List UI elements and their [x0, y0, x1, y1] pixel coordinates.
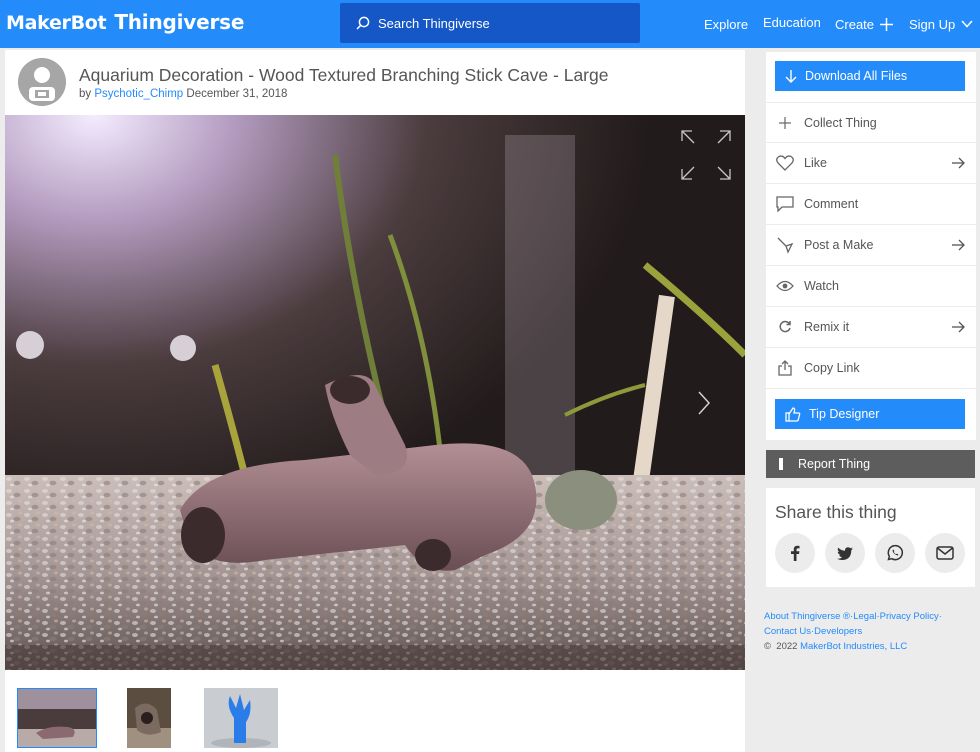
footer-sep: · [938, 611, 942, 622]
collect-label: Collect Thing [804, 115, 877, 130]
nav-education[interactable]: Education [763, 0, 821, 46]
makerbot-thingiverse-logo[interactable]: MakerBot Thingiverse [6, 10, 244, 36]
thing-date: December 31, 2018 [186, 88, 288, 100]
collect-thing-button[interactable]: Collect Thing [766, 102, 976, 143]
thing-title: Aquarium Decoration - Wood Textured Bran… [79, 65, 609, 85]
arrow-right-icon [951, 239, 965, 251]
copyright-symbol: © [764, 641, 771, 652]
footer-copyright: © 2022 MakerBot Industries, LLC [764, 639, 942, 654]
facebook-share-button[interactable] [775, 533, 815, 573]
logo-makerbot-text: MakerBot [6, 12, 107, 34]
fullscreen-expand-icon[interactable] [680, 129, 732, 181]
avatar[interactable] [18, 58, 66, 106]
search-icon [356, 16, 370, 30]
search-bar[interactable] [340, 3, 640, 43]
footer-developers-link[interactable]: Developers [814, 626, 862, 637]
footer-line-1: About Thingiverse ®·Legal·Privacy Policy… [764, 609, 942, 624]
main-thing-image[interactable] [5, 115, 745, 670]
footer-privacy-link[interactable]: Privacy Policy [880, 611, 939, 622]
make-tool-icon [777, 237, 794, 254]
thumbnail-2-image [127, 688, 171, 748]
nav-explore[interactable]: Explore [704, 0, 748, 48]
exclamation-icon [779, 458, 783, 470]
download-all-files-button[interactable]: Download All Files [775, 61, 965, 91]
footer-links: About Thingiverse ®·Legal·Privacy Policy… [764, 609, 942, 654]
watch-button[interactable]: Watch [766, 266, 976, 307]
chevron-down-icon [961, 20, 973, 28]
top-nav-bar: MakerBot Thingiverse Explore Education C… [0, 0, 980, 48]
thumbnail-1[interactable] [17, 688, 97, 748]
remix-icon [779, 320, 791, 333]
footer-company-link[interactable]: MakerBot Industries, LLC [800, 641, 907, 652]
default-avatar-icon [18, 58, 66, 106]
thumbnail-3[interactable] [204, 688, 278, 748]
actions-panel: Download All Files Collect Thing Like Co… [766, 52, 976, 440]
comment-label: Comment [804, 197, 859, 211]
thumbs-up-icon [785, 406, 801, 422]
comment-button[interactable]: Comment [766, 184, 976, 225]
thumbnail-3-image [204, 688, 278, 748]
post-a-make-button[interactable]: Post a Make [766, 225, 976, 266]
plus-icon [880, 17, 894, 31]
share-card: Share this thing [766, 488, 975, 587]
report-label: Report Thing [798, 457, 871, 471]
tip-designer-button[interactable]: Tip Designer [775, 399, 965, 429]
nav-signup[interactable]: Sign Up [909, 0, 973, 48]
twitter-icon [837, 546, 853, 560]
like-label: Like [804, 156, 827, 170]
remix-button[interactable]: Remix it [766, 307, 976, 348]
footer-line-2: Contact Us·Developers [764, 624, 942, 639]
email-share-button[interactable] [925, 533, 965, 573]
post-a-make-label: Post a Make [804, 238, 874, 252]
thing-card: Aquarium Decoration - Wood Textured Bran… [5, 50, 745, 752]
remix-label: Remix it [804, 320, 850, 334]
copyright-year: 2022 [776, 641, 798, 652]
eye-icon [776, 280, 794, 292]
tip-designer-label: Tip Designer [809, 407, 880, 421]
whatsapp-icon [887, 544, 904, 561]
copy-link-label: Copy Link [804, 361, 860, 375]
copy-link-button[interactable]: Copy Link [766, 348, 976, 389]
download-label: Download All Files [805, 69, 908, 83]
like-button[interactable]: Like [766, 143, 976, 184]
arrow-right-icon [951, 157, 965, 169]
plus-icon [779, 116, 791, 129]
envelope-icon [936, 546, 954, 560]
twitter-share-button[interactable] [825, 533, 865, 573]
arrow-right-icon [951, 321, 965, 333]
chevron-right-icon[interactable] [697, 390, 711, 416]
heart-icon [776, 155, 794, 171]
whatsapp-share-button[interactable] [875, 533, 915, 573]
aquarium-photo [5, 115, 745, 670]
facebook-icon [791, 545, 800, 561]
arrow-down-icon [785, 69, 797, 83]
byline-by: by [79, 88, 92, 100]
nav-signup-label: Sign Up [909, 16, 956, 32]
footer-legal-link[interactable]: Legal [853, 611, 876, 622]
nav-create[interactable]: Create [835, 0, 894, 48]
watch-label: Watch [804, 279, 839, 293]
footer-contact-link[interactable]: Contact Us [764, 626, 811, 637]
share-title: Share this thing [775, 502, 897, 522]
footer-reg: ® [843, 611, 851, 622]
thumbnail-1-image [18, 689, 96, 747]
comment-icon [776, 196, 794, 212]
author-link[interactable]: Psychotic_Chimp [94, 88, 183, 100]
search-input[interactable] [378, 15, 618, 31]
nav-create-label: Create [835, 16, 875, 32]
logo-thingiverse-text: Thingiverse [114, 10, 245, 34]
footer-about-link[interactable]: About Thingiverse [764, 611, 840, 622]
report-thing-button[interactable]: Report Thing [766, 450, 975, 478]
share-upload-icon [778, 360, 792, 376]
thumbnail-2[interactable] [127, 688, 171, 748]
thing-byline: by Psychotic_Chimp December 31, 2018 [79, 88, 287, 100]
